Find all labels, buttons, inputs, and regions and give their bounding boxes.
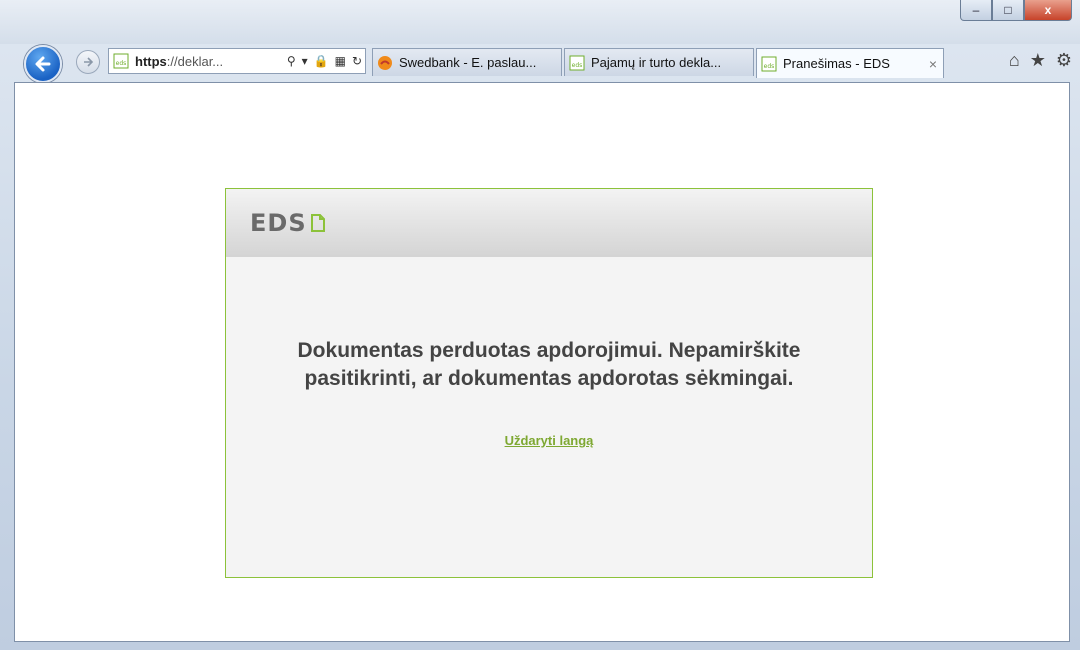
lock-icon[interactable]: 🔒 — [314, 54, 329, 68]
navigation-bar: eds https://deklar... ⚲ ▾ 🔒 ▦ ↻ Swedbank… — [0, 38, 1080, 84]
tab-pajamu-deklaracija[interactable]: eds Pajamų ir turto dekla... — [564, 48, 754, 76]
close-window-link[interactable]: Uždaryti langą — [226, 433, 872, 448]
eds-favicon-icon: eds — [761, 56, 777, 71]
panel-header: EDS — [226, 189, 872, 257]
url-rest: ://deklar... — [166, 53, 224, 69]
message-panel: EDS Dokumentas perduotas apdorojimui. Ne… — [225, 188, 873, 578]
compatibility-view-icon[interactable]: ▦ — [335, 54, 346, 68]
tab-swedbank[interactable]: Swedbank - E. paslau... — [372, 48, 562, 76]
refresh-icon[interactable]: ↻ — [352, 54, 362, 68]
url-text[interactable]: https://deklar... — [135, 54, 284, 69]
url-scheme: https — [135, 53, 167, 69]
browser-window: – □ x eds https://deklar... ⚲ ▾ 🔒 ▦ ↻ Sw… — [0, 0, 1080, 650]
forward-arrow-icon — [84, 57, 94, 67]
tab-label: Pajamų ir turto dekla... — [591, 55, 722, 70]
home-icon[interactable]: ⌂ — [1009, 50, 1020, 71]
address-bar[interactable]: eds https://deklar... ⚲ ▾ 🔒 ▦ ↻ — [108, 48, 366, 74]
close-tab-icon[interactable]: × — [923, 56, 937, 72]
svg-text:eds: eds — [764, 63, 775, 70]
back-arrow-icon — [35, 56, 51, 72]
star-icon[interactable]: ★ — [1030, 50, 1046, 71]
page-content: EDS Dokumentas perduotas apdorojimui. Ne… — [14, 82, 1070, 642]
svg-text:eds: eds — [116, 60, 127, 67]
document-icon — [310, 214, 325, 232]
search-icon[interactable]: ⚲ — [287, 54, 296, 68]
swedbank-favicon-icon — [378, 55, 392, 70]
svg-text:eds: eds — [572, 62, 583, 69]
close-window-button[interactable]: x — [1024, 0, 1072, 21]
dropdown-arrow-icon[interactable]: ▾ — [302, 54, 308, 68]
gear-icon[interactable]: ⚙ — [1056, 50, 1072, 71]
eds-favicon-icon: eds — [113, 53, 129, 69]
eds-favicon-icon: eds — [569, 55, 585, 70]
maximize-button[interactable]: □ — [992, 0, 1024, 21]
eds-logo: EDS — [250, 209, 326, 237]
window-controls: – □ x — [960, 0, 1072, 22]
tab-pranesimas-eds[interactable]: eds Pranešimas - EDS × — [756, 48, 944, 78]
logo-text: EDS — [250, 209, 307, 237]
toolbar-right-icons: ⌂ ★ ⚙ — [1009, 50, 1072, 71]
back-button[interactable] — [24, 45, 62, 83]
tab-label: Swedbank - E. paslau... — [399, 55, 537, 70]
forward-button[interactable] — [76, 50, 100, 74]
minimize-button[interactable]: – — [960, 0, 992, 21]
status-message: Dokumentas perduotas apdorojimui. Nepami… — [297, 339, 801, 390]
tab-label: Pranešimas - EDS — [783, 56, 890, 71]
